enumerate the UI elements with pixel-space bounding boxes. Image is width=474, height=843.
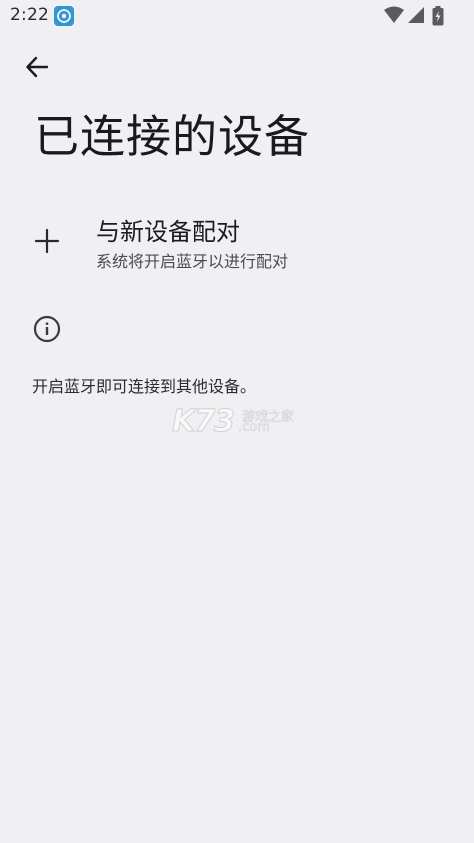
info-icon	[33, 315, 61, 343]
watermark-k73: K73	[172, 404, 236, 440]
watermark-domain: .com	[238, 420, 271, 436]
plus-icon	[34, 228, 60, 254]
status-time: 2:22	[10, 5, 49, 25]
pair-new-device-title: 与新设备配对	[96, 218, 240, 246]
arrow-left-icon	[24, 54, 50, 84]
pair-new-device-item[interactable]: 与新设备配对 系统将开启蓝牙以进行配对	[0, 206, 474, 282]
watermark-logo: K73 游戏之家 .com	[172, 404, 302, 440]
bluetooth-info-text: 开启蓝牙即可连接到其他设备。	[32, 377, 257, 396]
back-button[interactable]	[20, 52, 54, 86]
pair-new-device-subtitle: 系统将开启蓝牙以进行配对	[96, 252, 289, 271]
page-title: 已连接的设备	[34, 110, 311, 163]
status-bar: 2:22	[0, 0, 474, 32]
settings-gear-app-icon	[54, 6, 74, 26]
